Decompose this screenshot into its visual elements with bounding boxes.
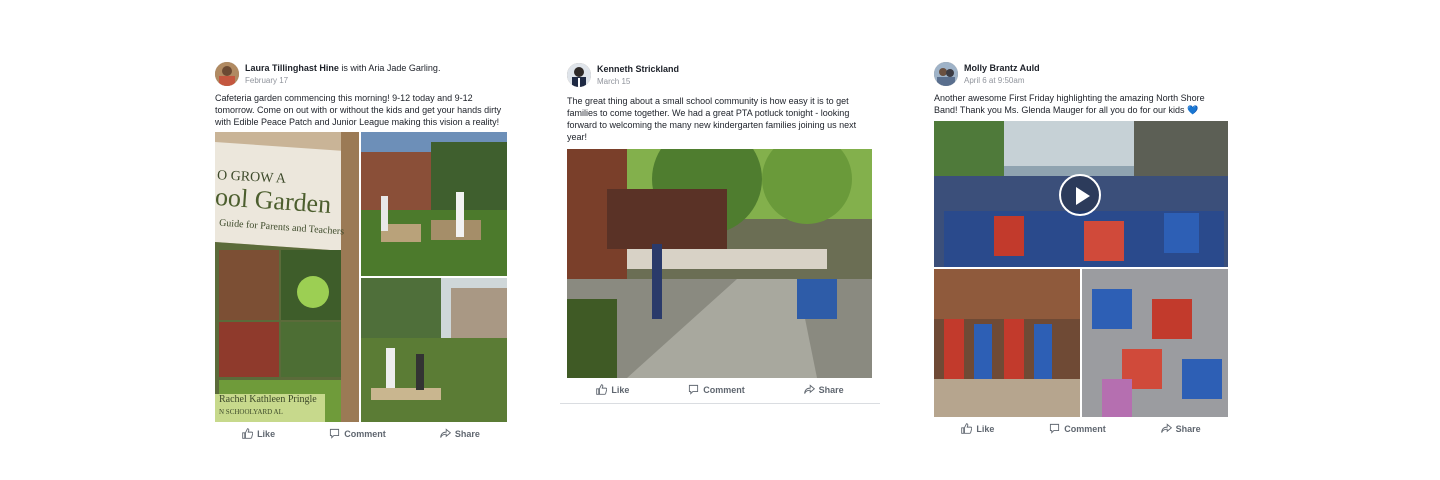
post-actions: Like Comment Share [934, 423, 1228, 434]
comment-icon [689, 384, 699, 395]
post-meta: Molly Brantz Auld April 6 at 9:50am [964, 62, 1040, 87]
photo-band-students-right[interactable] [1082, 269, 1228, 417]
post-date[interactable]: March 15 [597, 76, 679, 88]
blue-heart-icon: 💙 [1186, 105, 1199, 115]
share-label: Share [454, 428, 480, 439]
share-icon [803, 384, 815, 394]
post-header: Molly Brantz Auld April 6 at 9:50am [934, 62, 1040, 87]
share-label: Share [1175, 423, 1201, 434]
share-button[interactable]: Share [803, 384, 844, 395]
share-button[interactable]: Share [440, 428, 480, 439]
video-band-performance[interactable] [934, 121, 1228, 267]
author-line: Molly Brantz Auld [964, 62, 1040, 74]
share-label: Share [818, 384, 844, 395]
comment-label: Comment [344, 428, 386, 439]
share-icon [440, 428, 451, 438]
author-name[interactable]: Kenneth Strickland [597, 64, 679, 74]
avatar[interactable] [215, 62, 239, 86]
post-actions: Like Comment Share [215, 428, 507, 439]
comment-button[interactable]: Comment [1049, 423, 1106, 434]
thumbs-up-icon [596, 384, 608, 395]
book-author: Rachel Kathleen Pringle [219, 394, 317, 405]
like-label: Like [257, 428, 276, 439]
avatar[interactable] [567, 63, 591, 87]
author-name[interactable]: Laura Tillinghast Hine [245, 63, 339, 73]
like-label: Like [976, 423, 995, 434]
play-icon[interactable] [1059, 174, 1101, 216]
like-button[interactable]: Like [596, 384, 629, 395]
author-line: Kenneth Strickland [597, 63, 679, 75]
post-meta: Laura Tillinghast Hine is with Aria Jade… [245, 62, 440, 87]
with-text: is with [341, 63, 367, 73]
book-footer: N SCHOOLYARD AL [219, 408, 283, 416]
like-button[interactable]: Like [242, 428, 275, 439]
thumbs-up-icon [242, 428, 254, 439]
thumbs-up-icon [961, 423, 973, 434]
post-header: Laura Tillinghast Hine is with Aria Jade… [215, 62, 440, 87]
post-date[interactable]: April 6 at 9:50am [964, 75, 1040, 87]
post-meta: Kenneth Strickland March 15 [597, 63, 679, 88]
avatar[interactable] [934, 62, 958, 86]
post-text-body: Another awesome First Friday highlightin… [934, 93, 1205, 115]
tagged-person[interactable]: Aria Jade Garling. [368, 63, 440, 73]
comment-button[interactable]: Comment [688, 384, 745, 395]
like-button[interactable]: Like [961, 423, 994, 434]
comment-button[interactable]: Comment [329, 428, 386, 439]
author-line: Laura Tillinghast Hine is with Aria Jade… [245, 62, 440, 74]
post-text: Cafeteria garden commencing this morning… [215, 93, 502, 127]
post-text: The great thing about a small school com… [567, 96, 857, 142]
author-name[interactable]: Molly Brantz Auld [964, 63, 1040, 73]
divider [560, 403, 880, 404]
photo-potluck[interactable] [567, 149, 872, 378]
post-actions: Like Comment Share [567, 384, 873, 395]
photo-garden-bottom[interactable] [361, 278, 507, 422]
photo-garden-top[interactable] [361, 132, 507, 276]
post-text: Another awesome First Friday highlightin… [934, 92, 1230, 116]
share-icon [1160, 423, 1172, 433]
comment-icon [1050, 423, 1060, 434]
comment-icon [330, 428, 340, 439]
photo-band-students-left[interactable] [934, 269, 1080, 417]
like-label: Like [611, 384, 630, 395]
share-button[interactable]: Share [1160, 423, 1201, 434]
post-date[interactable]: February 17 [245, 75, 440, 87]
post-header: Kenneth Strickland March 15 [567, 63, 679, 88]
comment-label: Comment [703, 384, 745, 395]
photo-book-cover[interactable]: O GROW A ool Garden Guide for Parents an… [215, 132, 359, 422]
comment-label: Comment [1064, 423, 1106, 434]
